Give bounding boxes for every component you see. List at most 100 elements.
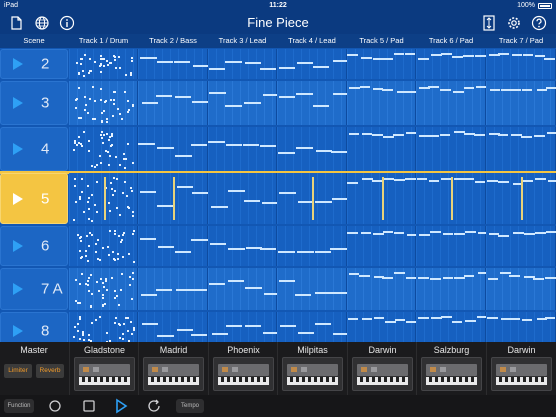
clip-cell[interactable]: [138, 312, 208, 342]
instrument-slot[interactable]: Milpitas: [277, 342, 346, 395]
gear-icon[interactable]: [506, 15, 522, 31]
clip-cell[interactable]: [208, 49, 277, 79]
scene-play-button[interactable]: 2: [0, 49, 68, 79]
instrument-slot[interactable]: Darwin: [347, 342, 416, 395]
clip-cell[interactable]: [416, 127, 486, 171]
clip-cell[interactable]: [416, 312, 488, 342]
scene-play-button[interactable]: 5: [0, 173, 68, 224]
clip-cell[interactable]: [69, 127, 138, 171]
clip-cell[interactable]: [208, 81, 280, 125]
stop-icon[interactable]: [80, 398, 98, 414]
clip-cell[interactable]: [277, 226, 347, 266]
clip-cell[interactable]: [138, 49, 210, 79]
track-header-2[interactable]: Track 2 / Bass: [138, 36, 208, 45]
play-icon[interactable]: [112, 397, 130, 415]
track-header-5[interactable]: Track 5 / Pad: [347, 36, 416, 45]
instrument-slot[interactable]: Darwin: [486, 342, 555, 395]
instrument-slot[interactable]: Gladstone: [69, 342, 138, 395]
clip-cell[interactable]: [208, 268, 280, 310]
clip-cell[interactable]: [416, 49, 486, 79]
track-header-6[interactable]: Track 6 / Pad: [416, 36, 486, 45]
clip-cell[interactable]: [69, 312, 138, 342]
clip-cell[interactable]: [347, 49, 416, 79]
clip-cell[interactable]: [347, 312, 417, 342]
note-bar: [191, 238, 208, 241]
note-dot: [114, 290, 117, 293]
clip-cell[interactable]: [277, 312, 350, 342]
clip-cell[interactable]: [69, 173, 138, 224]
note-dot: [114, 189, 117, 192]
clip-cell[interactable]: [69, 81, 138, 125]
note-dot: [110, 133, 113, 136]
scene-play-button[interactable]: 3: [0, 81, 68, 125]
function-button[interactable]: Function: [4, 399, 34, 413]
clip-cell[interactable]: [138, 226, 208, 266]
clip-cell[interactable]: [138, 268, 208, 310]
clip-cell[interactable]: [277, 81, 350, 125]
clip-cell[interactable]: [69, 268, 138, 310]
note-bar: [440, 177, 452, 180]
note-bar: [209, 67, 226, 70]
scene-play-button[interactable]: 8: [0, 312, 68, 342]
clip-cell[interactable]: [486, 49, 556, 79]
track-header-7[interactable]: Track 7 / Pad: [486, 36, 556, 45]
reverb-button[interactable]: Reverb: [36, 364, 64, 378]
instrument-slot[interactable]: Madrid: [138, 342, 207, 395]
clip-cell[interactable]: [277, 127, 348, 171]
note-bar: [330, 248, 347, 251]
clip-cell[interactable]: [486, 127, 556, 171]
clip-cell[interactable]: [486, 226, 556, 266]
clip-cell[interactable]: [486, 312, 556, 342]
clip-cell[interactable]: [416, 226, 489, 266]
synth-icon: [496, 364, 547, 385]
note-bar: [155, 289, 173, 292]
clip-cell[interactable]: [277, 49, 350, 79]
scene-grid: 2 3 4 5 6 7 A 8: [0, 48, 556, 342]
clip-cell[interactable]: [347, 81, 417, 125]
track-header-1[interactable]: Track 1 / Drum: [69, 36, 138, 45]
tempo-button[interactable]: Tempo: [176, 399, 204, 413]
record-icon[interactable]: [46, 398, 64, 414]
clip-cell[interactable]: [208, 127, 277, 171]
note-dot: [100, 162, 103, 165]
clip-cell[interactable]: [138, 127, 208, 171]
scene-play-button[interactable]: 4: [0, 127, 68, 171]
playhead-marker: [451, 177, 453, 220]
track-header-3[interactable]: Track 3 / Lead: [208, 36, 277, 45]
note-bar: [176, 185, 194, 188]
note-bar: [348, 273, 360, 276]
note-bar: [225, 143, 243, 146]
help-icon[interactable]: [531, 15, 547, 31]
clip-cell[interactable]: [138, 81, 209, 125]
clip-cell[interactable]: [277, 173, 349, 224]
clip-cell[interactable]: [486, 173, 556, 224]
note-dot: [85, 103, 88, 106]
limiter-button[interactable]: Limiter: [4, 364, 32, 378]
clip-cell[interactable]: [416, 173, 486, 224]
clip-cell[interactable]: [486, 268, 556, 310]
clip-cell[interactable]: [347, 226, 418, 266]
clip-cell[interactable]: [416, 81, 487, 125]
clip-cell[interactable]: [277, 268, 348, 310]
scene-play-button[interactable]: 6: [0, 226, 68, 266]
note-dot: [81, 177, 84, 180]
clip-cell[interactable]: [69, 49, 138, 79]
clip-cell[interactable]: [416, 268, 489, 310]
clip-cell[interactable]: [347, 268, 417, 310]
clip-cell[interactable]: [208, 312, 280, 342]
clip-cell[interactable]: [138, 173, 209, 224]
loop-icon[interactable]: [145, 398, 163, 414]
clip-cell[interactable]: [208, 226, 277, 266]
note-bar: [242, 143, 260, 146]
note-dot: [117, 303, 120, 306]
clip-cell[interactable]: [69, 226, 138, 266]
clip-cell[interactable]: [347, 173, 416, 224]
instrument-slot[interactable]: Salzburg: [416, 342, 485, 395]
resize-icon[interactable]: [481, 15, 497, 31]
clip-cell[interactable]: [486, 81, 556, 125]
instrument-slot[interactable]: Phoenix: [208, 342, 277, 395]
clip-cell[interactable]: [208, 173, 279, 224]
track-header-4[interactable]: Track 4 / Lead: [277, 36, 347, 45]
clip-cell[interactable]: [347, 127, 417, 171]
scene-play-button[interactable]: 7 A: [0, 268, 68, 310]
